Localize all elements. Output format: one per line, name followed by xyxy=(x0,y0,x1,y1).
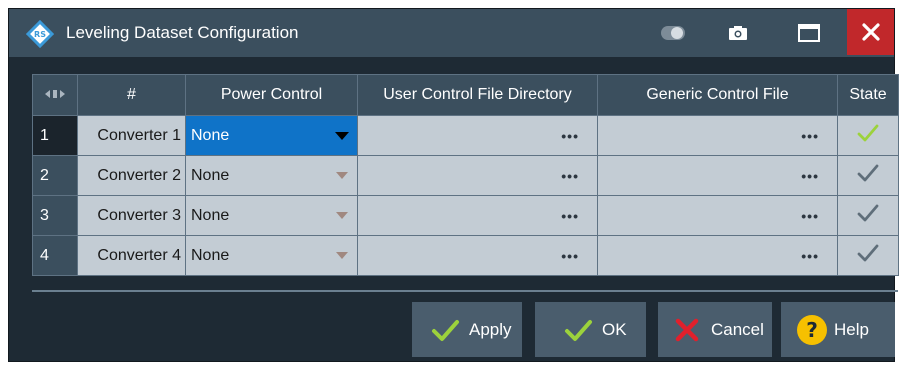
checkmark-icon xyxy=(857,244,879,262)
power-control-value: None xyxy=(191,126,230,144)
help-icon: ? xyxy=(797,314,827,345)
converter-name: Converter 3 xyxy=(77,195,186,236)
title-bar[interactable]: RS Leveling Dataset Configuration xyxy=(9,9,894,57)
svg-text:RS: RS xyxy=(34,30,46,39)
power-control-value: None xyxy=(191,166,230,184)
power-control-dropdown[interactable]: None xyxy=(185,115,358,156)
user-control-dir-browse-button[interactable]: ••• xyxy=(357,115,598,156)
display-toggle-button[interactable] xyxy=(655,9,691,57)
table-row: 3 Converter 3 None ••• ••• xyxy=(32,195,899,236)
close-icon xyxy=(861,23,880,41)
apply-button[interactable]: Apply xyxy=(412,302,522,357)
row-number[interactable]: 4 xyxy=(32,235,78,276)
cross-icon xyxy=(675,318,699,341)
table-row: 2 Converter 2 None ••• ••• xyxy=(32,155,899,196)
row-number[interactable]: 3 xyxy=(32,195,78,236)
user-control-dir-browse-button[interactable]: ••• xyxy=(357,235,598,276)
cancel-button-label: Cancel xyxy=(711,319,764,339)
converter-name: Converter 2 xyxy=(77,155,186,196)
checkmark-icon xyxy=(857,204,879,222)
ok-button-label: OK xyxy=(602,319,627,339)
camera-icon xyxy=(729,26,747,40)
help-button[interactable]: ? Help xyxy=(781,302,895,357)
close-button[interactable] xyxy=(847,9,894,55)
screenshot-button[interactable] xyxy=(720,9,756,57)
checkmark-icon xyxy=(857,164,879,182)
table-row: 4 Converter 4 None ••• ••• xyxy=(32,235,899,276)
generic-control-file-browse-button[interactable]: ••• xyxy=(597,235,838,276)
separator xyxy=(32,290,898,292)
column-resize-icon xyxy=(45,90,65,98)
generic-control-file-browse-button[interactable]: ••• xyxy=(597,195,838,236)
column-header-power-control[interactable]: Power Control xyxy=(185,74,358,116)
power-control-dropdown[interactable]: None xyxy=(185,235,358,276)
window-title: Leveling Dataset Configuration xyxy=(66,23,299,42)
generic-control-file-browse-button[interactable]: ••• xyxy=(597,115,838,156)
table-header-row: # Power Control User Control File Direct… xyxy=(32,74,899,116)
svg-text:?: ? xyxy=(806,318,818,342)
state-checkbox[interactable] xyxy=(837,195,899,236)
ok-button[interactable]: OK xyxy=(535,302,646,357)
app-logo-icon: RS xyxy=(26,20,54,48)
dataset-table: # Power Control User Control File Direct… xyxy=(32,74,899,276)
dropdown-arrow-icon xyxy=(335,132,349,140)
state-checkbox[interactable] xyxy=(837,115,899,156)
state-checkbox[interactable] xyxy=(837,155,899,196)
checkmark-icon xyxy=(565,319,592,341)
row-number[interactable]: 1 xyxy=(32,115,78,156)
maximize-button[interactable] xyxy=(791,9,827,57)
cancel-button[interactable]: Cancel xyxy=(658,302,772,357)
column-header-generic-control-file[interactable]: Generic Control File xyxy=(597,74,838,116)
power-control-dropdown[interactable]: None xyxy=(185,155,358,196)
row-number[interactable]: 2 xyxy=(32,155,78,196)
maximize-icon xyxy=(798,24,820,42)
select-all-corner[interactable] xyxy=(32,74,78,116)
help-button-label: Help xyxy=(834,319,869,339)
generic-control-file-browse-button[interactable]: ••• xyxy=(597,155,838,196)
power-control-value: None xyxy=(191,206,230,224)
converter-name: Converter 4 xyxy=(77,235,186,276)
apply-button-label: Apply xyxy=(469,319,512,339)
checkmark-icon xyxy=(857,124,879,142)
dropdown-arrow-icon xyxy=(336,172,348,179)
state-checkbox[interactable] xyxy=(837,235,899,276)
power-control-value: None xyxy=(191,246,230,264)
user-control-dir-browse-button[interactable]: ••• xyxy=(357,155,598,196)
converter-name: Converter 1 xyxy=(77,115,186,156)
column-header-user-control-file-directory[interactable]: User Control File Directory xyxy=(357,74,598,116)
dialog-window: RS Leveling Dataset Configuration # Powe… xyxy=(9,9,899,361)
column-header-number[interactable]: # xyxy=(77,74,186,116)
toggle-icon xyxy=(661,26,685,40)
checkmark-icon xyxy=(432,319,459,341)
user-control-dir-browse-button[interactable]: ••• xyxy=(357,195,598,236)
power-control-dropdown[interactable]: None xyxy=(185,195,358,236)
column-header-state[interactable]: State xyxy=(837,74,899,116)
dropdown-arrow-icon xyxy=(336,252,348,259)
table-row: 1 Converter 1 None ••• ••• xyxy=(32,115,899,156)
dropdown-arrow-icon xyxy=(336,212,348,219)
